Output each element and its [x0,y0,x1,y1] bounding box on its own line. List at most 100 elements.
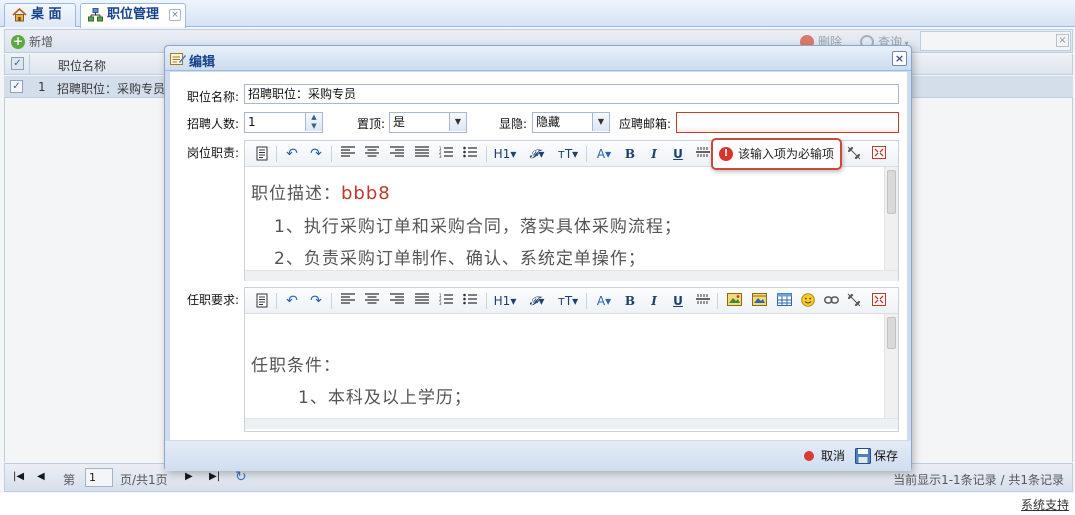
font-family-button[interactable]: 𝓕▾ [525,146,549,162]
requirements-editor-scrollbar[interactable] [884,314,898,418]
align-justify-icon[interactable] [414,293,430,309]
bold-button[interactable]: B [622,146,638,162]
chevron-down-icon[interactable]: ▼ [592,113,609,131]
cancel-button[interactable]: 取消 [802,448,845,464]
duty-line-1: 职位描述：bbb8 [251,179,391,204]
email-field[interactable] [676,112,899,133]
duty-editor-statusbar [245,270,898,281]
ordered-list-icon[interactable]: 123 [438,293,454,309]
font-color-button[interactable]: A▾ [593,293,615,309]
edit-window-icon [170,53,186,65]
duty-description-value: bbb8 [341,183,391,204]
toolbar-separator [331,293,332,309]
insert-table-icon[interactable] [776,293,792,309]
dialog-footer: 取消 保存 [165,441,911,471]
align-right-icon[interactable] [389,146,405,162]
underline-button[interactable]: U [670,293,686,309]
italic-button[interactable]: I [646,293,662,309]
horizontal-rule-icon[interactable] [695,146,711,162]
fullscreen-icon[interactable] [871,146,887,162]
scrollbar-thumb[interactable] [887,317,896,349]
toolbar-separator [717,293,718,309]
system-support-link[interactable]: 系统支持 [1021,496,1069,513]
dialog-body: 职位名称: 招聘职位：采购专员 招聘人数: 1 ▲ ▼ 置顶: 是 ▼ 显隐: … [170,72,907,440]
horizontal-rule-icon[interactable] [695,293,711,309]
ordered-list-icon[interactable]: 123 [438,146,454,162]
dialog-close-icon[interactable]: × [892,51,907,66]
underline-button[interactable]: U [670,146,686,162]
requirements-line-2: 1、本科及以上学历； [298,388,472,408]
requirements-label: 任职要求: [187,293,240,307]
scrollbar-thumb[interactable] [887,170,896,214]
align-right-icon[interactable] [389,293,405,309]
dialog-header[interactable]: 编辑 × [165,46,911,71]
unordered-list-icon[interactable] [462,293,478,309]
validation-tooltip: ! 该输入项为必输项 [711,138,842,170]
visibility-select[interactable]: 隐藏 ▼ [532,112,610,133]
requirements-rich-editor[interactable]: ↶ ↷ 123 H1▾ 𝓕▾ тT▾ A▾ B I U 任职条件： 1、本科及以… [244,287,899,432]
bold-button[interactable]: B [622,293,638,309]
align-justify-icon[interactable] [414,146,430,162]
increment-arrow-icon[interactable]: ▲ [306,113,322,122]
toolbar-separator [486,293,487,309]
save-button[interactable]: 保存 [855,448,898,464]
font-color-button[interactable]: A▾ [593,146,615,162]
insert-image-icon[interactable] [726,293,742,309]
tab-position-management[interactable]: 职位管理 × [80,3,186,28]
decrement-arrow-icon[interactable]: ▼ [306,122,322,131]
heading-button[interactable]: H1▾ [492,293,518,309]
toolbar-separator [486,146,487,162]
tab-desktop[interactable]: 桌 面 [4,3,76,27]
error-icon: ! [719,147,733,161]
requirements-editor-content[interactable]: 任职条件： 1、本科及以上学历； [245,314,884,418]
align-center-icon[interactable] [364,293,380,309]
unlink-icon[interactable] [846,293,862,309]
duty-editor-content[interactable]: 职位描述：bbb8 1、执行采购订单和采购合同，落实具体采购流程； 2、负责采购… [245,167,884,270]
redo-icon[interactable]: ↷ [308,293,324,309]
insert-multi-image-icon[interactable] [751,293,767,309]
font-size-button[interactable]: тT▾ [555,293,581,309]
undo-icon[interactable]: ↶ [284,293,300,309]
unlink-icon[interactable] [846,146,862,162]
emoticon-icon[interactable] [800,293,816,309]
hire-count-input[interactable]: 1 ▲ ▼ [244,112,323,133]
fullscreen-icon[interactable] [871,293,887,309]
pin-top-select[interactable]: 是 ▼ [389,112,467,133]
validation-message: 该输入项为必输项 [738,147,835,161]
floppy-disk-icon [855,448,871,464]
link-icon[interactable] [823,293,839,309]
align-center-icon[interactable] [364,146,380,162]
duty-label: 岗位职责: [187,146,240,160]
undo-icon[interactable]: ↶ [284,146,300,162]
svg-text:3: 3 [439,154,442,158]
toolbar-separator [586,146,587,162]
requirements-editor-toolbar: ↶ ↷ 123 H1▾ 𝓕▾ тT▾ A▾ B I U [245,288,898,314]
duty-line-3: 2、负责采购订单制作、确认、系统定单操作； [274,249,646,269]
duty-editor-scrollbar[interactable] [884,167,898,270]
hire-count-stepper[interactable]: ▲ ▼ [305,113,322,131]
hire-count-label: 招聘人数: [187,117,240,131]
redo-icon[interactable]: ↷ [308,146,324,162]
tab-position-management-label: 职位管理 [107,7,160,22]
home-icon [12,8,27,22]
source-code-icon[interactable] [254,146,270,162]
chevron-down-icon[interactable]: ▼ [449,113,466,131]
unordered-list-icon[interactable] [462,146,478,162]
italic-button[interactable]: I [646,146,662,162]
heading-button[interactable]: H1▾ [492,146,518,162]
font-family-button[interactable]: 𝓕▾ [525,293,549,309]
position-name-input[interactable]: 招聘职位：采购专员 [244,84,899,104]
toolbar-separator [276,293,277,309]
align-left-icon[interactable] [340,146,356,162]
align-left-icon[interactable] [340,293,356,309]
duty-description-prefix: 职位描述： [251,184,341,204]
hire-count-value: 1 [248,115,256,129]
tab-close-icon[interactable]: × [169,9,181,21]
font-size-button[interactable]: тT▾ [555,146,581,162]
dialog-title: 编辑 [189,55,216,70]
org-chart-icon [88,8,103,22]
source-code-icon[interactable] [254,293,270,309]
visibility-label: 显隐: [499,117,528,131]
duty-line-2: 1、执行采购订单和采购合同，落实具体采购流程； [274,217,682,237]
edit-dialog: 编辑 × 职位名称: 招聘职位：采购专员 招聘人数: 1 ▲ ▼ 置顶: 是 ▼… [164,45,912,471]
